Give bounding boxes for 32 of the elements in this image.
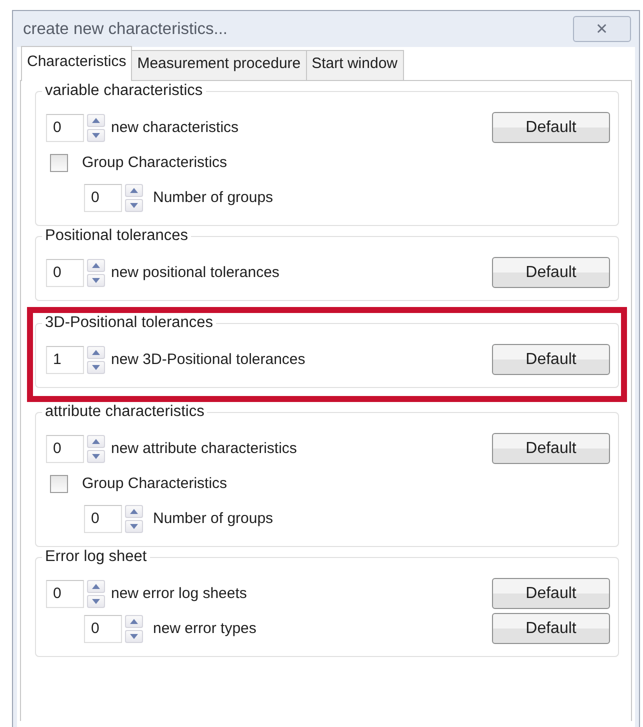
number-field[interactable]: 0 [84,614,122,642]
number-field[interactable]: 1 [46,346,84,374]
default-button[interactable]: Default [492,257,610,288]
checkbox[interactable] [50,474,68,492]
number-field[interactable]: 0 [46,580,84,608]
field-label: new characteristics [111,119,239,136]
tab[interactable]: Start window [306,50,404,80]
checkbox-label[interactable]: Group Characteristics [82,475,228,492]
field-label: Number of groups [153,510,274,527]
window-title: create new characteristics... [23,20,228,38]
group-title: Error log sheet [42,548,150,566]
field-label: new error log sheets [111,585,247,602]
number-field[interactable]: 0 [46,258,84,286]
checkbox-label[interactable]: Group Characteristics [82,154,228,171]
field-label: new positional tolerances [111,264,280,281]
default-button[interactable]: Default [492,433,610,464]
number-field[interactable]: 0 [46,114,84,142]
field-label: new error types [153,620,256,637]
field-label: new 3D-Positional tolerances [111,351,306,368]
field-label: Number of groups [153,189,274,206]
tab[interactable]: Characteristics [21,46,132,81]
default-button[interactable]: Default [492,578,610,609]
number-field[interactable]: 0 [84,184,122,212]
field-label: new attribute characteristics [111,440,297,457]
default-button[interactable]: Default [492,344,610,375]
number-field[interactable]: 0 [46,434,84,462]
number-field[interactable]: 0 [84,504,122,532]
close-icon[interactable]: ✕ [573,16,631,42]
tab[interactable]: Measurement procedure [131,50,307,80]
default-button[interactable]: Default [492,613,610,644]
default-button[interactable]: Default [492,112,610,143]
checkbox[interactable] [50,154,68,172]
